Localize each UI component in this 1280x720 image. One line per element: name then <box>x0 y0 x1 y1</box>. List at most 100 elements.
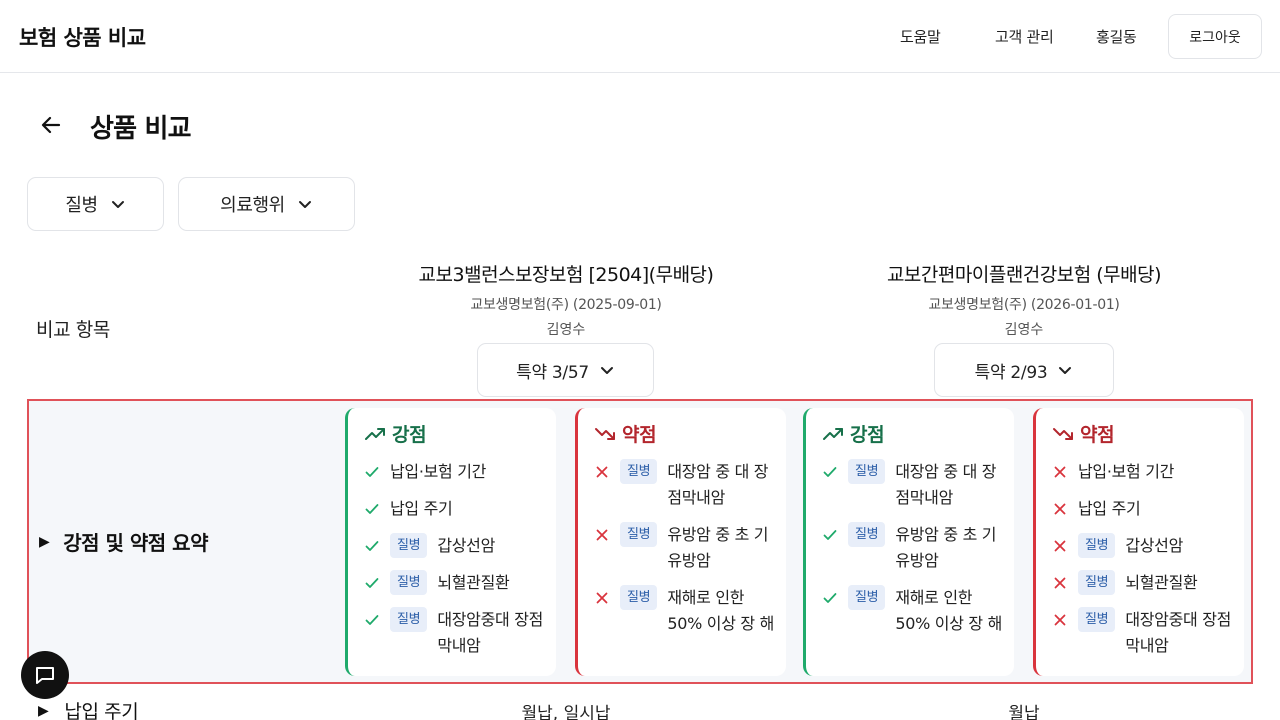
nav-user-name[interactable]: 홍길동 <box>1096 26 1137 47</box>
strength-card-header: 강점 <box>364 420 556 447</box>
summary-item-text: 뇌혈관질환 <box>1125 573 1198 592</box>
back-button[interactable] <box>36 110 66 140</box>
summary-item-text: 갑상선암 <box>437 536 496 555</box>
weakness-card-1: 약점 질병 대장암 중 대 장점막내암 질병 유방암 중 초 기유방암 질병 재해로 인한… <box>575 408 786 676</box>
summary-item: 질병 대장암 중 대 장점막내암 <box>594 459 786 511</box>
summary-item-text: 뇌혈관질환 <box>437 573 510 592</box>
summary-item-text: 납입 주기 <box>390 499 453 518</box>
weakness-title: 약점 <box>1080 424 1115 446</box>
check-icon <box>364 496 380 522</box>
weakness-card-header: 약점 <box>594 420 786 447</box>
summary-item-body: 납입·보험 기간 <box>1078 459 1244 485</box>
summary-item-text: 갑상선암 <box>1125 536 1184 555</box>
summary-item: 질병 유방암 중 초 기유방암 <box>822 522 1014 574</box>
product-header-1: 교보3밸런스보장보험 [2504](무배당) 교보생명보험(주) (2025-0… <box>356 260 776 339</box>
medical-procedure-filter-dropdown[interactable]: 의료행위 <box>178 177 355 231</box>
summary-item: 질병 갑상선암 <box>364 533 556 559</box>
product-agent: 김영수 <box>546 322 586 338</box>
card-items: 납입·보험 기간 납입 주기 질병 갑상선암 질병 뇌혈관질환 질병 대장암중대 장점막내암 <box>1052 459 1244 659</box>
payment-period-row-toggle[interactable]: ▶ 납입 주기 <box>38 697 139 720</box>
summary-item-body: 질병 대장암중대 장점막내암 <box>1078 607 1244 659</box>
x-icon <box>1052 496 1068 522</box>
summary-item-text: 대장암중대 장점막내암 <box>437 610 544 655</box>
weakness-card-2: 약점 납입·보험 기간 납입 주기 질병 갑상선암 질병 뇌혈관질환 질병 대장암중대 장점막… <box>1033 408 1244 676</box>
summary-item-text: 재해로 인한 50% 이상 장 해 <box>667 588 775 633</box>
summary-item-text: 대장암 중 대 장점막내암 <box>667 462 769 507</box>
summary-item-text: 대장암중대 장점막내암 <box>1125 610 1232 655</box>
category-tag: 질병 <box>390 533 428 558</box>
x-icon <box>594 459 610 485</box>
check-icon <box>364 533 380 559</box>
card-items: 납입·보험 기간 납입 주기 질병 갑상선암 질병 뇌혈관질환 질병 대장암중대 장점막내암 <box>364 459 556 659</box>
check-icon <box>822 585 838 611</box>
summary-item: 질병 재해로 인한 50% 이상 장 해 <box>594 585 786 637</box>
card-items: 질병 대장암 중 대 장점막내암 질병 유방암 중 초 기유방암 질병 재해로 인한 50… <box>822 459 1014 637</box>
nav-help-link[interactable]: 도움말 <box>900 26 941 47</box>
summary-item: 질병 뇌혈관질환 <box>364 570 556 596</box>
rider-label: 특약 2/93 <box>974 362 1048 383</box>
logout-button[interactable]: 로그아웃 <box>1168 14 1262 59</box>
product-header-2: 교보간편마이플랜건강보험 (무배당) 교보생명보험(주) (2026-01-01… <box>814 260 1234 339</box>
page-title: 상품 비교 <box>90 114 192 144</box>
category-tag: 질병 <box>1078 607 1116 632</box>
trending-down-icon <box>1053 427 1073 440</box>
rider-select-dropdown-2[interactable]: 특약 2/93 <box>934 343 1114 397</box>
payment-period-label: 납입 주기 <box>64 701 139 720</box>
check-icon <box>364 459 380 485</box>
weakness-card-header: 약점 <box>1052 420 1244 447</box>
strength-title: 강점 <box>392 424 427 446</box>
category-tag: 질병 <box>1078 570 1116 595</box>
weakness-title: 약점 <box>622 424 657 446</box>
chat-button[interactable] <box>21 651 69 699</box>
summary-item-body: 질병 갑상선암 <box>390 533 556 559</box>
summary-row-toggle[interactable]: ▶ 강점 및 약점 요약 <box>39 527 208 556</box>
strength-weakness-summary-row: ▶ 강점 및 약점 요약 강점 납입·보험 기간 납입 주기 질병 갑상선암 질병 뇌혈관… <box>27 399 1253 684</box>
strength-title: 강점 <box>850 424 885 446</box>
product-company: 교보생명보험(주) (2026-01-01) <box>928 297 1120 313</box>
summary-item: 납입 주기 <box>1052 496 1244 522</box>
summary-item-text: 재해로 인한 50% 이상 장 해 <box>895 588 1003 633</box>
chevron-down-icon <box>297 196 313 212</box>
category-tag: 질병 <box>848 585 886 610</box>
summary-item-text: 대장암 중 대 장점막내암 <box>895 462 997 507</box>
summary-item: 납입 주기 <box>364 496 556 522</box>
check-icon <box>822 522 838 548</box>
summary-item-body: 질병 대장암중대 장점막내암 <box>390 607 556 659</box>
app-brand[interactable]: 보험 상품 비교 <box>19 22 146 52</box>
category-tag: 질병 <box>620 459 658 484</box>
summary-item-body: 질병 유방암 중 초 기유방암 <box>620 522 786 574</box>
summary-item: 질병 대장암중대 장점막내암 <box>1052 607 1244 659</box>
category-tag: 질병 <box>1078 533 1116 558</box>
summary-item-body: 질병 대장암 중 대 장점막내암 <box>848 459 1014 511</box>
strength-card-2: 강점 질병 대장암 중 대 장점막내암 질병 유방암 중 초 기유방암 질병 재해로 인한… <box>803 408 1014 676</box>
chevron-down-icon <box>1057 362 1073 378</box>
summary-item-body: 질병 재해로 인한 50% 이상 장 해 <box>620 585 786 637</box>
product-company: 교보생명보험(주) (2025-09-01) <box>470 297 662 313</box>
compare-items-label: 비교 항목 <box>36 319 110 341</box>
rider-label: 특약 3/57 <box>516 362 589 383</box>
top-navigation-bar: 보험 상품 비교 도움말 고객 관리 홍길동 로그아웃 <box>0 0 1280 73</box>
x-icon <box>1052 459 1068 485</box>
summary-item-text: 유방암 중 초 기유방암 <box>667 525 769 570</box>
nav-customer-management-link[interactable]: 고객 관리 <box>995 26 1054 47</box>
summary-item-body: 질병 유방암 중 초 기유방암 <box>848 522 1014 574</box>
product-agent: 김영수 <box>1004 322 1044 338</box>
x-icon <box>594 585 610 611</box>
summary-item: 질병 대장암 중 대 장점막내암 <box>822 459 1014 511</box>
summary-item-body: 질병 재해로 인한 50% 이상 장 해 <box>848 585 1014 637</box>
triangle-right-icon: ▶ <box>38 702 49 719</box>
strength-card-1: 강점 납입·보험 기간 납입 주기 질병 갑상선암 질병 뇌혈관질환 질병 대장암중대 장점막… <box>345 408 556 676</box>
disease-filter-dropdown[interactable]: 질병 <box>27 177 164 231</box>
chevron-down-icon <box>110 196 126 212</box>
chevron-down-icon <box>599 362 615 378</box>
category-tag: 질병 <box>848 459 886 484</box>
summary-item-body: 납입·보험 기간 <box>390 459 556 485</box>
card-items: 질병 대장암 중 대 장점막내암 질병 유방암 중 초 기유방암 질병 재해로 인한 50… <box>594 459 786 637</box>
summary-item: 질병 재해로 인한 50% 이상 장 해 <box>822 585 1014 637</box>
summary-item-body: 질병 갑상선암 <box>1078 533 1244 559</box>
rider-select-dropdown-1[interactable]: 특약 3/57 <box>477 343 654 397</box>
summary-item-text: 유방암 중 초 기유방암 <box>895 525 997 570</box>
summary-item: 납입·보험 기간 <box>364 459 556 485</box>
summary-item: 질병 뇌혈관질환 <box>1052 570 1244 596</box>
triangle-right-icon: ▶ <box>39 533 50 550</box>
